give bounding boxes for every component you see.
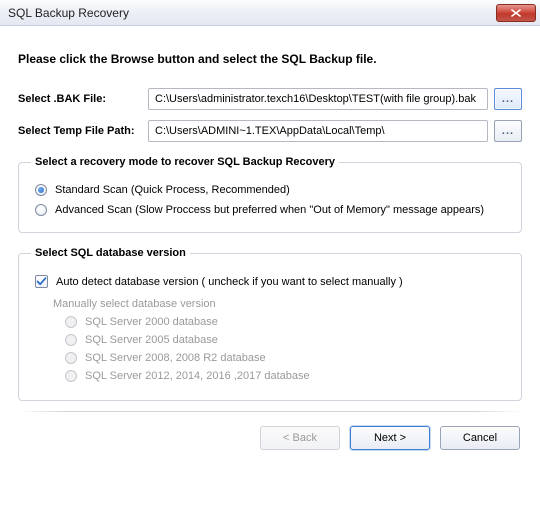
- bak-file-label: Select .BAK File:: [18, 93, 148, 105]
- radio-disabled-icon: [65, 370, 77, 382]
- manual-version-options: SQL Server 2000 database SQL Server 2005…: [65, 316, 509, 382]
- advanced-scan-label: Advanced Scan (Slow Proccess but preferr…: [55, 204, 484, 216]
- back-button: < Back: [260, 426, 340, 450]
- radio-disabled-icon: [65, 316, 77, 328]
- standard-scan-option[interactable]: Standard Scan (Quick Process, Recommende…: [35, 184, 509, 196]
- divider: [18, 411, 522, 412]
- radio-unselected-icon: [35, 204, 47, 216]
- version-2005-label: SQL Server 2005 database: [85, 334, 218, 346]
- instruction-text: Please click the Browse button and selec…: [18, 52, 522, 66]
- auto-detect-label: Auto detect database version ( uncheck i…: [56, 276, 403, 288]
- window-title: SQL Backup Recovery: [8, 6, 129, 20]
- checkbox-checked-icon: [35, 275, 48, 288]
- auto-detect-option[interactable]: Auto detect database version ( uncheck i…: [35, 275, 509, 288]
- version-2005-option: SQL Server 2005 database: [65, 334, 509, 346]
- db-version-group: Select SQL database version Auto detect …: [18, 247, 522, 401]
- scan-mode-group: Select a recovery mode to recover SQL Ba…: [18, 156, 522, 233]
- next-button[interactable]: Next >: [350, 426, 430, 450]
- temp-path-row: Select Temp File Path: ...: [18, 120, 522, 142]
- bak-browse-button[interactable]: ...: [494, 88, 522, 110]
- radio-selected-icon: [35, 184, 47, 196]
- temp-browse-button[interactable]: ...: [494, 120, 522, 142]
- standard-scan-label: Standard Scan (Quick Process, Recommende…: [55, 184, 290, 196]
- scan-mode-legend: Select a recovery mode to recover SQL Ba…: [31, 156, 339, 168]
- version-2000-label: SQL Server 2000 database: [85, 316, 218, 328]
- temp-path-label: Select Temp File Path:: [18, 125, 148, 137]
- bak-file-row: Select .BAK File: ...: [18, 88, 522, 110]
- titlebar: SQL Backup Recovery: [0, 0, 540, 26]
- close-button[interactable]: [496, 4, 536, 22]
- version-2008-label: SQL Server 2008, 2008 R2 database: [85, 352, 266, 364]
- wizard-button-row: < Back Next > Cancel: [18, 426, 522, 450]
- db-version-legend: Select SQL database version: [31, 247, 190, 259]
- temp-path-input[interactable]: [148, 120, 488, 142]
- radio-disabled-icon: [65, 352, 77, 364]
- version-2012-label: SQL Server 2012, 2014, 2016 ,2017 databa…: [85, 370, 310, 382]
- cancel-button[interactable]: Cancel: [440, 426, 520, 450]
- version-2008-option: SQL Server 2008, 2008 R2 database: [65, 352, 509, 364]
- radio-disabled-icon: [65, 334, 77, 346]
- bak-file-input[interactable]: [148, 88, 488, 110]
- close-icon: [511, 9, 521, 17]
- version-2000-option: SQL Server 2000 database: [65, 316, 509, 328]
- advanced-scan-option[interactable]: Advanced Scan (Slow Proccess but preferr…: [35, 204, 509, 216]
- manual-select-label: Manually select database version: [53, 298, 509, 310]
- version-2012-option: SQL Server 2012, 2014, 2016 ,2017 databa…: [65, 370, 509, 382]
- dialog-body: Please click the Browse button and selec…: [0, 26, 540, 458]
